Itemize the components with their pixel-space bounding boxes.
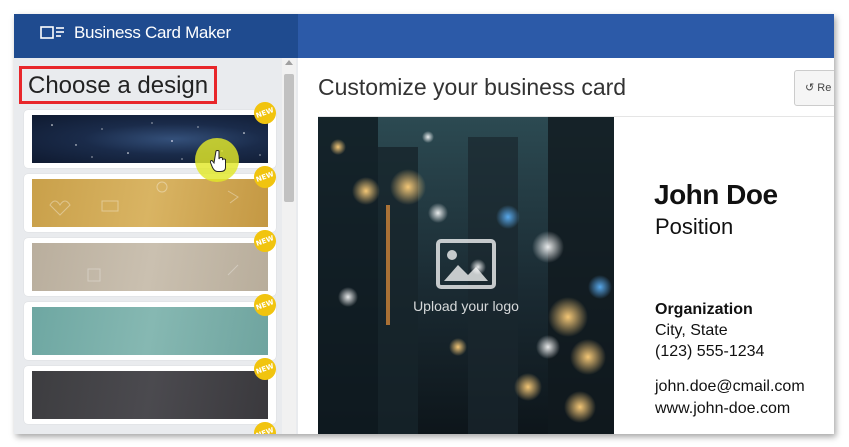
scroll-thumb[interactable]	[284, 74, 294, 202]
design-option-gold[interactable]: NEW	[24, 162, 280, 232]
app-title: Business Card Maker	[74, 23, 231, 42]
card-email[interactable]: john.doe@cmail.com	[655, 378, 805, 396]
design-option-charcoal[interactable]: NEW	[24, 354, 280, 424]
card-logo-icon	[40, 25, 66, 41]
card-background-photo: Upload your logo	[318, 117, 614, 434]
upload-logo-label: Upload your logo	[413, 298, 519, 314]
design-swatch-gold	[32, 179, 268, 227]
design-sidebar: Choose a design NEW NEW NEW NEW NEW NEW	[14, 58, 298, 434]
design-option-teal[interactable]: NEW	[24, 290, 280, 360]
design-swatch-teal	[32, 307, 268, 355]
card-position[interactable]: Position	[655, 214, 733, 240]
reset-button[interactable]: ↺ Re	[794, 70, 834, 106]
main-panel: Customize your business card ↺ Re Upload…	[298, 58, 834, 434]
business-card-preview: Upload your logo John Doe Position Organ…	[318, 116, 834, 434]
card-phone[interactable]: (123) 555-1234	[655, 343, 764, 361]
card-city-state[interactable]: City, State	[655, 322, 728, 340]
hand-cursor-icon	[209, 150, 228, 176]
card-name[interactable]: John Doe	[654, 179, 778, 211]
sidebar-scrollbar[interactable]	[282, 58, 296, 434]
design-swatch-taupe	[32, 243, 268, 291]
scroll-up-arrow-icon[interactable]	[285, 60, 293, 65]
sidebar-title: Choose a design	[19, 66, 218, 104]
design-swatch-charcoal	[32, 371, 268, 419]
brand[interactable]: Business Card Maker	[40, 23, 231, 43]
page-title: Customize your business card	[318, 74, 627, 100]
upload-logo-area[interactable]: Upload your logo	[318, 117, 614, 434]
reset-icon: ↺	[805, 82, 815, 94]
card-organization[interactable]: Organization	[655, 301, 753, 319]
reset-label: Re	[817, 82, 832, 94]
design-option-taupe[interactable]: NEW	[24, 226, 280, 296]
card-website[interactable]: www.john-doe.com	[655, 400, 790, 418]
image-placeholder-icon	[436, 239, 496, 289]
app-window: Business Card Maker Choose a design NEW	[14, 14, 834, 434]
header-brand-area: Business Card Maker	[14, 14, 298, 58]
header-bar	[298, 14, 834, 58]
